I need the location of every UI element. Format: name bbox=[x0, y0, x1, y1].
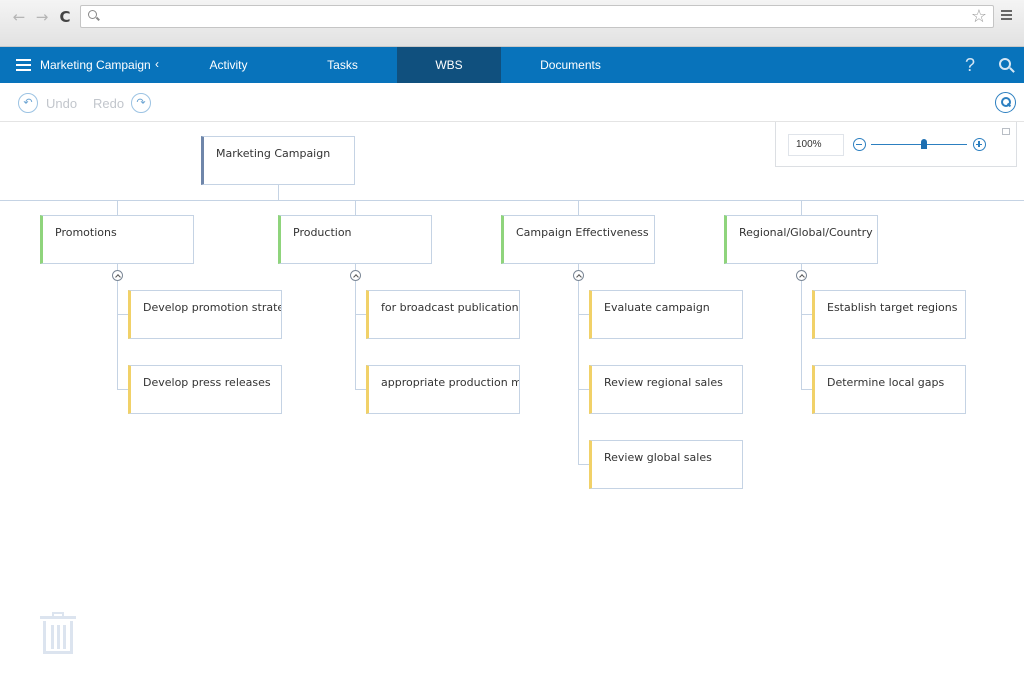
node-label: Campaign Effectiveness bbox=[516, 226, 649, 239]
wbs-group-node[interactable]: Regional/Global/Country Bu... bbox=[724, 215, 878, 264]
node-label: Develop promotion strategy bbox=[143, 301, 281, 314]
node-label: Review regional sales bbox=[604, 376, 723, 389]
zoom-slider[interactable] bbox=[871, 144, 967, 145]
node-label: Regional/Global/Country Bu... bbox=[739, 226, 877, 239]
browser-toolbar: ← → C ☆ bbox=[0, 0, 1024, 47]
undo-button[interactable]: Undo bbox=[46, 83, 77, 124]
node-label: Marketing Campaign bbox=[216, 147, 331, 160]
connector bbox=[578, 201, 579, 215]
node-label: Develop press releases bbox=[143, 376, 271, 389]
redo-icon[interactable]: ↷ bbox=[131, 93, 151, 113]
back-arrow-icon[interactable]: ← bbox=[9, 7, 29, 27]
wbs-task-node[interactable]: for broadcast publications bbox=[366, 290, 520, 339]
expand-panel-icon[interactable] bbox=[1002, 128, 1010, 135]
connector bbox=[578, 264, 579, 464]
help-icon[interactable]: ? bbox=[965, 47, 975, 83]
undo-icon[interactable]: ↶ bbox=[18, 93, 38, 113]
search-icon bbox=[88, 10, 97, 19]
connector bbox=[355, 389, 366, 390]
connector bbox=[117, 314, 128, 315]
wbs-group-node[interactable]: Campaign Effectiveness bbox=[501, 215, 655, 264]
wbs-task-node[interactable]: Develop press releases bbox=[128, 365, 282, 414]
connector bbox=[801, 264, 802, 389]
tab-tasks[interactable]: Tasks bbox=[289, 47, 396, 83]
connector bbox=[801, 201, 802, 215]
zoom-panel: 100% bbox=[775, 122, 1017, 167]
connector bbox=[801, 314, 812, 315]
tab-documents[interactable]: Documents bbox=[517, 47, 624, 83]
connector bbox=[355, 201, 356, 215]
root-level-divider bbox=[0, 200, 1024, 201]
tab-activity[interactable]: Activity bbox=[175, 47, 282, 83]
wbs-task-node[interactable]: Determine local gaps bbox=[812, 365, 966, 414]
hamburger-menu-icon[interactable] bbox=[16, 59, 31, 74]
connector bbox=[117, 201, 118, 215]
collapse-toggle-icon[interactable] bbox=[796, 270, 807, 281]
forward-arrow-icon[interactable]: → bbox=[32, 7, 52, 27]
wbs-task-node[interactable]: Evaluate campaign bbox=[589, 290, 743, 339]
wbs-group-node[interactable]: Promotions bbox=[40, 215, 194, 264]
connector bbox=[278, 185, 279, 201]
bookmark-star-icon[interactable]: ☆ bbox=[971, 6, 987, 27]
browser-menu-icon[interactable] bbox=[1001, 10, 1012, 22]
collapse-toggle-icon[interactable] bbox=[350, 270, 361, 281]
app-header: Marketing Campaign ‹ Activity Tasks WBS … bbox=[0, 47, 1024, 83]
zoom-level-input[interactable]: 100% bbox=[788, 134, 844, 156]
edit-toolbar: ↶ Undo Redo ↷ bbox=[0, 83, 1024, 122]
connector bbox=[117, 389, 128, 390]
connector bbox=[355, 314, 366, 315]
search-icon[interactable] bbox=[999, 58, 1011, 70]
node-label: Determine local gaps bbox=[827, 376, 945, 389]
tab-wbs[interactable]: WBS bbox=[397, 47, 501, 83]
connector bbox=[355, 264, 356, 389]
node-label: Production bbox=[293, 226, 352, 239]
wbs-task-node[interactable]: Establish target regions bbox=[812, 290, 966, 339]
collapse-toggle-icon[interactable] bbox=[573, 270, 584, 281]
connector bbox=[578, 314, 589, 315]
wbs-task-node[interactable]: Review global sales bbox=[589, 440, 743, 489]
reload-icon[interactable]: C bbox=[55, 7, 75, 27]
zoom-in-icon[interactable] bbox=[973, 138, 986, 151]
wbs-canvas: Marketing Campaign Promotions Develop pro… bbox=[0, 122, 1024, 688]
wbs-task-node[interactable]: Develop promotion strategy bbox=[128, 290, 282, 339]
chevron-left-icon[interactable]: ‹ bbox=[155, 47, 159, 82]
find-node-search-icon[interactable] bbox=[995, 92, 1016, 113]
node-label: Evaluate campaign bbox=[604, 301, 710, 314]
connector bbox=[117, 264, 118, 389]
address-bar[interactable]: ☆ bbox=[80, 5, 994, 28]
collapse-toggle-icon[interactable] bbox=[112, 270, 123, 281]
wbs-root-node[interactable]: Marketing Campaign bbox=[201, 136, 355, 185]
node-label: Establish target regions bbox=[827, 301, 958, 314]
wbs-group-node[interactable]: Production bbox=[278, 215, 432, 264]
zoom-slider-thumb[interactable] bbox=[920, 139, 927, 149]
redo-button[interactable]: Redo bbox=[93, 83, 124, 124]
connector bbox=[578, 389, 589, 390]
wbs-task-node[interactable]: Review regional sales bbox=[589, 365, 743, 414]
project-title[interactable]: Marketing Campaign bbox=[40, 47, 151, 83]
connector bbox=[801, 389, 812, 390]
trash-icon[interactable] bbox=[40, 612, 76, 656]
node-label: appropriate production me... bbox=[381, 376, 519, 389]
zoom-out-icon[interactable] bbox=[853, 138, 866, 151]
node-label: Promotions bbox=[55, 226, 117, 239]
node-label: for broadcast publications bbox=[381, 301, 520, 314]
node-label: Review global sales bbox=[604, 451, 712, 464]
connector bbox=[578, 464, 589, 465]
wbs-task-node[interactable]: appropriate production me... bbox=[366, 365, 520, 414]
